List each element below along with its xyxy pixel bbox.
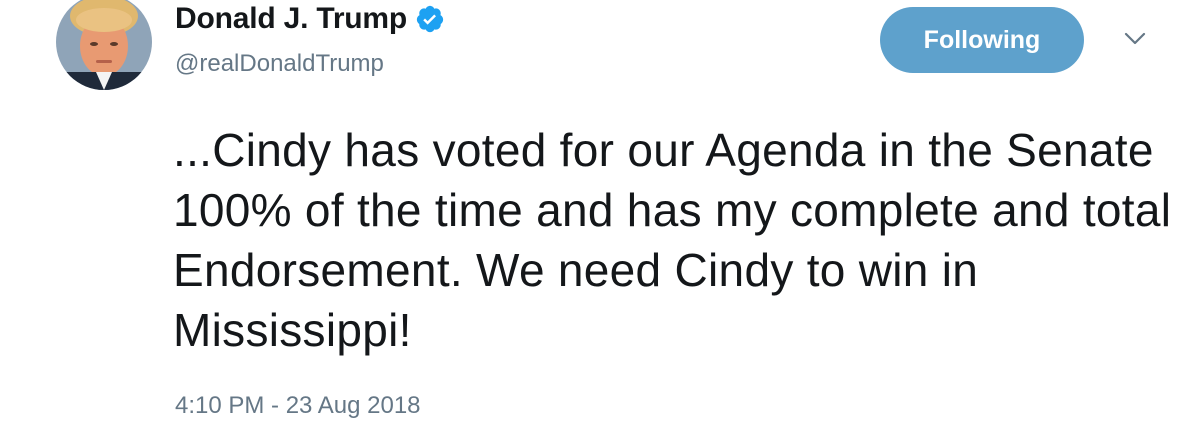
tweet-card: Donald J. Trump @realDonaldTrump Followi… <box>0 0 1200 433</box>
tweet-text: ...Cindy has voted for our Agenda in the… <box>173 124 1172 356</box>
display-name[interactable]: Donald J. Trump <box>175 2 407 36</box>
avatar[interactable] <box>56 0 152 90</box>
tweet-timestamp[interactable]: 4:10 PM - 23 Aug 2018 <box>175 392 421 420</box>
chevron-down-icon[interactable] <box>1122 28 1148 48</box>
following-button[interactable]: Following <box>880 7 1084 73</box>
name-row: Donald J. Trump <box>175 2 445 36</box>
verified-badge-icon <box>416 5 444 33</box>
user-handle[interactable]: @realDonaldTrump <box>175 50 384 78</box>
avatar-image <box>56 0 152 90</box>
